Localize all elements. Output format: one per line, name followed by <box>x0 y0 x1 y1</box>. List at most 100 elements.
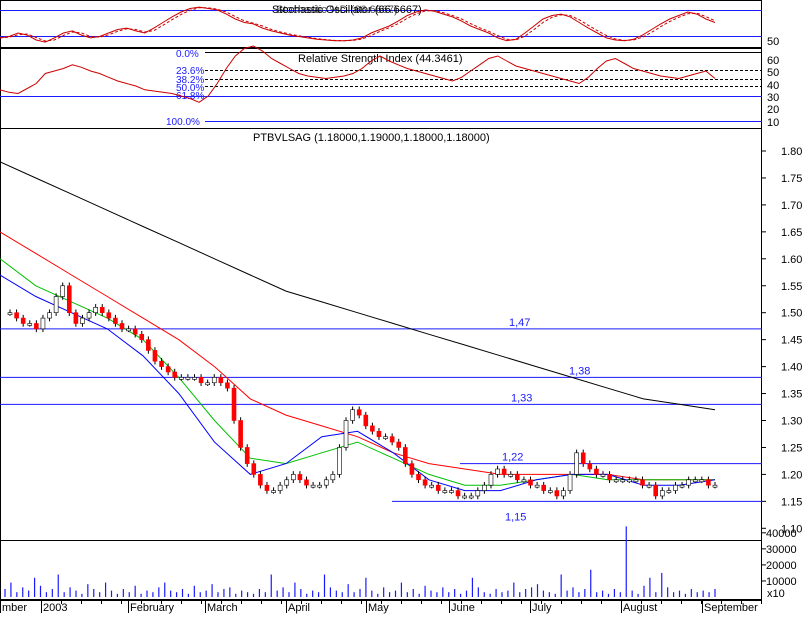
candle-body <box>297 474 303 481</box>
price-hline-label: 1,38 <box>569 365 590 377</box>
candle-body <box>350 409 355 421</box>
candle-body <box>633 479 639 483</box>
moving-average-line <box>0 258 715 486</box>
rsi-y-tick-30: 30 <box>767 92 779 104</box>
price-y-tick-label: 1.15 <box>781 496 802 508</box>
candle-body <box>653 484 659 497</box>
volume-y-tick-label: 10000 <box>766 576 797 588</box>
price-hline-label: 1,47 <box>509 317 530 329</box>
candle-body <box>7 312 13 316</box>
candle-body <box>34 323 39 330</box>
candle-body <box>528 479 533 486</box>
candle-body <box>317 484 322 488</box>
candle-body <box>640 479 645 486</box>
candle-body <box>508 474 514 477</box>
price-y-tick-label: 1.70 <box>781 200 802 212</box>
date-tick-label: June <box>451 602 475 614</box>
candle-body <box>534 484 540 488</box>
volume-panel-frame <box>0 540 762 600</box>
date-tick-label: April <box>288 602 310 614</box>
candle-body <box>159 360 164 367</box>
stock-chart: Stochastic Oscillator (66.6667) Stochast… <box>0 0 802 614</box>
date-tick-label: February <box>130 602 175 614</box>
candle-body <box>152 350 158 362</box>
candle-body <box>587 463 593 470</box>
price-y-tick-label: 1.20 <box>781 469 802 481</box>
candle-body <box>179 377 184 380</box>
candle-body <box>251 463 257 475</box>
candle-body <box>561 490 566 497</box>
candle-body <box>113 317 118 324</box>
candle-body <box>258 474 263 486</box>
rsi-y-tick-10: 10 <box>767 117 779 129</box>
candle-body <box>376 430 382 437</box>
candle-body <box>73 312 79 324</box>
candle-body <box>521 479 527 483</box>
price-hline-label: 1,15 <box>505 511 526 523</box>
candle-body <box>47 312 52 319</box>
candle-body <box>277 484 283 491</box>
candle-body <box>211 377 217 384</box>
price-title: PTBVLSAG (1.18000,1.19000,1.18000,1.1800… <box>253 132 490 144</box>
candle-body <box>165 366 171 373</box>
candle-body <box>192 377 197 380</box>
stochastic-overlay-title: Stochastic %D (66.6667) <box>276 4 398 16</box>
candle-body <box>389 436 395 443</box>
candle-body <box>40 317 46 330</box>
candle-body <box>363 414 369 427</box>
candle-body <box>264 484 270 491</box>
candle-body <box>475 490 481 497</box>
candle-body <box>541 484 546 491</box>
candle-body <box>462 495 467 499</box>
candle-body <box>330 474 336 481</box>
candle-body <box>304 479 309 486</box>
price-y-tick-label: 1.55 <box>781 281 802 293</box>
date-tick-label: 2003 <box>43 602 67 614</box>
rsi-title: Relative Strength Index (44.3461) <box>298 53 463 65</box>
price-y-tick-label: 1.45 <box>781 335 802 347</box>
candle-body <box>673 484 678 491</box>
candle-body <box>80 317 85 324</box>
volume-y-tick-label: 30000 <box>766 544 797 556</box>
candle-body <box>488 474 494 486</box>
candle-body <box>468 495 474 499</box>
candle-body <box>449 490 454 493</box>
stochastic-y-tick: 50 <box>767 36 779 48</box>
candle-body <box>659 490 665 497</box>
date-tick-label: July <box>532 602 552 614</box>
candle-body <box>27 323 33 326</box>
candle-body <box>501 468 507 475</box>
price-y-tick-label: 1.60 <box>781 254 802 266</box>
candle-body <box>343 420 349 448</box>
candle-body <box>574 452 579 475</box>
candle-body <box>396 441 402 448</box>
candle-body <box>482 484 487 491</box>
candle-body <box>692 479 698 483</box>
candle-body <box>686 479 691 486</box>
rsi-y-tick-60: 60 <box>767 55 779 67</box>
price-y-tick-label: 1.75 <box>781 173 802 185</box>
volume-y-tick-label: 40000 <box>766 528 797 540</box>
candle-body <box>409 463 415 475</box>
volume-y-tick-label: 20000 <box>766 560 797 572</box>
candle-body <box>706 479 711 486</box>
candle-body <box>567 474 573 491</box>
candle-body <box>679 484 685 488</box>
panel-frames <box>0 0 762 600</box>
candle-body <box>620 479 626 483</box>
candle-body <box>455 490 461 497</box>
candle-body <box>435 484 441 491</box>
rsi-y-tick-50: 50 <box>767 67 779 79</box>
stochastic-panel: Stochastic Oscillator (66.6667) Stochast… <box>0 4 779 48</box>
candle-body <box>403 447 408 464</box>
moving-average-line <box>0 274 716 492</box>
date-tick-label: mber <box>2 602 27 614</box>
candle-body <box>627 479 632 483</box>
date-tick-label: March <box>207 602 238 614</box>
date-tick-label: August <box>623 602 657 614</box>
candle-body <box>126 328 131 332</box>
candle-body <box>600 474 606 477</box>
candle-body <box>53 296 59 313</box>
candle-body <box>225 382 230 389</box>
candle-body <box>231 387 237 421</box>
